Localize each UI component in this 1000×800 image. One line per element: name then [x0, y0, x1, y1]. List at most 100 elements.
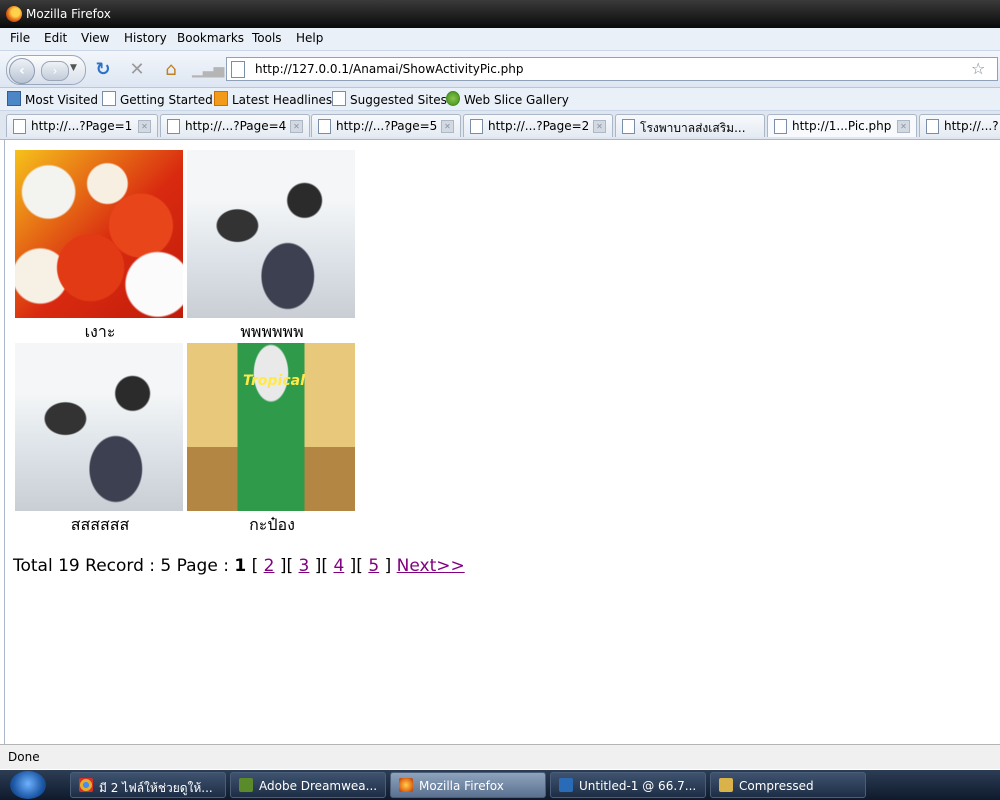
bookmark-star-icon[interactable]: ☆ — [971, 59, 985, 78]
tab[interactable]: http://...? — [919, 114, 1000, 137]
meeting-photo[interactable] — [187, 150, 355, 318]
page-link[interactable]: 3 — [299, 556, 310, 576]
stop-icon[interactable]: ✕ — [126, 59, 148, 81]
bookmark-label: Web Slice Gallery — [464, 93, 569, 107]
bookmark-label: Most Visited — [25, 93, 99, 107]
tab-label: http://...?Page=2 — [488, 119, 590, 133]
home-icon[interactable]: ⌂ — [160, 59, 182, 81]
rss-icon — [214, 91, 228, 106]
bookmark-suggested-sites[interactable]: Suggested Sites — [332, 91, 447, 107]
menu-edit[interactable]: Edit — [44, 31, 67, 45]
pagination: Total 19 Record : 5 Page : 1 [ 2 ][ 3 ][… — [13, 556, 465, 576]
page-icon — [774, 119, 787, 134]
page-link[interactable]: 4 — [333, 556, 344, 576]
menu-help[interactable]: Help — [296, 31, 323, 45]
menu-history[interactable]: History — [124, 31, 167, 45]
dreamweaver-icon — [239, 778, 253, 792]
menu-view[interactable]: View — [81, 31, 109, 45]
pagination-summary: Total 19 Record : 5 Page : — [13, 556, 229, 576]
page-icon — [167, 119, 180, 134]
page-icon — [470, 119, 483, 134]
bookmark-label: Getting Started — [120, 93, 213, 107]
gallery-item[interactable]: เงาะ — [15, 150, 185, 345]
tab-label: http://...? — [944, 119, 999, 133]
tab[interactable]: http://...?Page=2 ✕ — [463, 114, 613, 137]
can-label: Tropical — [243, 373, 305, 389]
taskbar-item[interactable]: Untitled-1 @ 66.7... — [550, 772, 706, 798]
gallery-item[interactable]: Tropical กะป๋อง — [187, 343, 357, 538]
close-tab-icon[interactable]: ✕ — [441, 120, 454, 133]
chrome-icon — [79, 778, 93, 792]
page-link[interactable]: 5 — [368, 556, 379, 576]
folder-icon — [719, 778, 733, 792]
tab-label: โรงพาบาลส่งเสริม... — [640, 121, 746, 135]
firefox-icon — [399, 778, 413, 792]
taskbar-item[interactable]: Compressed — [710, 772, 866, 798]
title-bar: Mozilla Firefox — [0, 0, 1000, 28]
gallery-item[interactable]: พพพพพพ — [187, 150, 357, 345]
close-tab-icon[interactable]: ✕ — [138, 120, 151, 133]
menu-tools[interactable]: Tools — [252, 31, 282, 45]
url-text[interactable]: http://127.0.0.1/Anamai/ShowActivityPic.… — [255, 62, 523, 76]
taskbar-label: Untitled-1 @ 66.7... — [579, 779, 697, 793]
bookmark-latest-headlines[interactable]: Latest Headlines — [214, 91, 332, 107]
navigation-toolbar: ‹ › ▼ ↻ ✕ ⌂ ▁▃▅ http://127.0.0.1/Anamai/… — [0, 51, 1000, 88]
can-photo[interactable]: Tropical — [187, 343, 355, 511]
tab[interactable]: http://...?Page=5 ✕ — [311, 114, 461, 137]
bracket: ][ — [279, 556, 294, 576]
bracket: ][ — [349, 556, 363, 576]
gallery-caption: สสสสสส — [70, 515, 130, 534]
start-button[interactable] — [10, 771, 46, 799]
bookmark-getting-started[interactable]: Getting Started — [102, 91, 213, 107]
bookmark-label: Suggested Sites — [350, 93, 447, 107]
tab-active[interactable]: http://1...Pic.php ✕ — [767, 114, 917, 137]
bookmark-web-slice-gallery[interactable]: Web Slice Gallery — [446, 91, 569, 107]
tab[interactable]: http://...?Page=1 ✕ — [6, 114, 158, 137]
page-icon — [231, 61, 245, 78]
taskbar-item-active[interactable]: Mozilla Firefox — [390, 772, 546, 798]
page-icon — [318, 119, 331, 134]
history-dropdown-icon[interactable]: ▼ — [70, 63, 77, 73]
page-icon — [926, 119, 939, 134]
close-tab-icon[interactable]: ✕ — [593, 120, 606, 133]
menu-file[interactable]: File — [10, 31, 30, 45]
forward-button[interactable]: › — [41, 61, 69, 81]
gallery-caption: พพพพพพ — [240, 322, 304, 341]
taskbar-label: Adobe Dreamwea... — [259, 779, 378, 793]
bookmarks-toolbar: Most Visited Getting Started Latest Head… — [0, 88, 1000, 111]
reload-icon[interactable]: ↻ — [92, 59, 114, 81]
taskbar-label: มี 2 ไฟล์ให้ช่วยดูให้... — [99, 781, 213, 795]
taskbar: มี 2 ไฟล์ให้ช่วยดูให้... Adobe Dreamwea.… — [0, 770, 1000, 800]
close-tab-icon[interactable]: ✕ — [290, 120, 303, 133]
next-page-link[interactable]: Next>> — [397, 556, 465, 576]
page-link[interactable]: 2 — [264, 556, 275, 576]
page-icon — [13, 119, 26, 134]
taskbar-item[interactable]: มี 2 ไฟล์ให้ช่วยดูให้... — [70, 772, 226, 798]
meeting-photo[interactable] — [15, 343, 183, 511]
tab[interactable]: http://...?Page=4 ✕ — [160, 114, 310, 137]
menu-bookmarks[interactable]: Bookmarks — [177, 31, 244, 45]
bookmark-most-visited[interactable]: Most Visited — [7, 91, 98, 107]
signal-icon: ▁▃▅ — [192, 62, 225, 78]
gallery-item[interactable]: สสสสสส — [15, 343, 185, 538]
menu-bar: File Edit View History Bookmarks Tools H… — [0, 28, 1000, 51]
gallery-caption: กะป๋อง — [249, 515, 295, 534]
bracket: ] — [384, 556, 392, 576]
web-slice-icon — [446, 91, 460, 106]
back-button[interactable]: ‹ — [9, 58, 35, 84]
tab-label: http://1...Pic.php — [792, 119, 892, 133]
tab-bar: http://...?Page=1 ✕ http://...?Page=4 ✕ … — [0, 111, 1000, 140]
page-icon — [332, 91, 346, 106]
bookmark-label: Latest Headlines — [232, 93, 333, 107]
page-icon — [622, 119, 635, 134]
fruit-photo[interactable] — [15, 150, 183, 318]
firefox-icon — [6, 6, 22, 22]
tab-label: http://...?Page=1 — [31, 119, 133, 133]
photoshop-icon — [559, 778, 573, 792]
page-content: เงาะ พพพพพพ สสสสสส Tropical กะป๋อง Total… — [4, 140, 1000, 744]
address-bar[interactable]: http://127.0.0.1/Anamai/ShowActivityPic.… — [226, 57, 998, 81]
bracket: [ — [251, 556, 259, 576]
taskbar-item[interactable]: Adobe Dreamwea... — [230, 772, 386, 798]
close-tab-icon[interactable]: ✕ — [897, 120, 910, 133]
tab[interactable]: โรงพาบาลส่งเสริม... — [615, 114, 765, 137]
